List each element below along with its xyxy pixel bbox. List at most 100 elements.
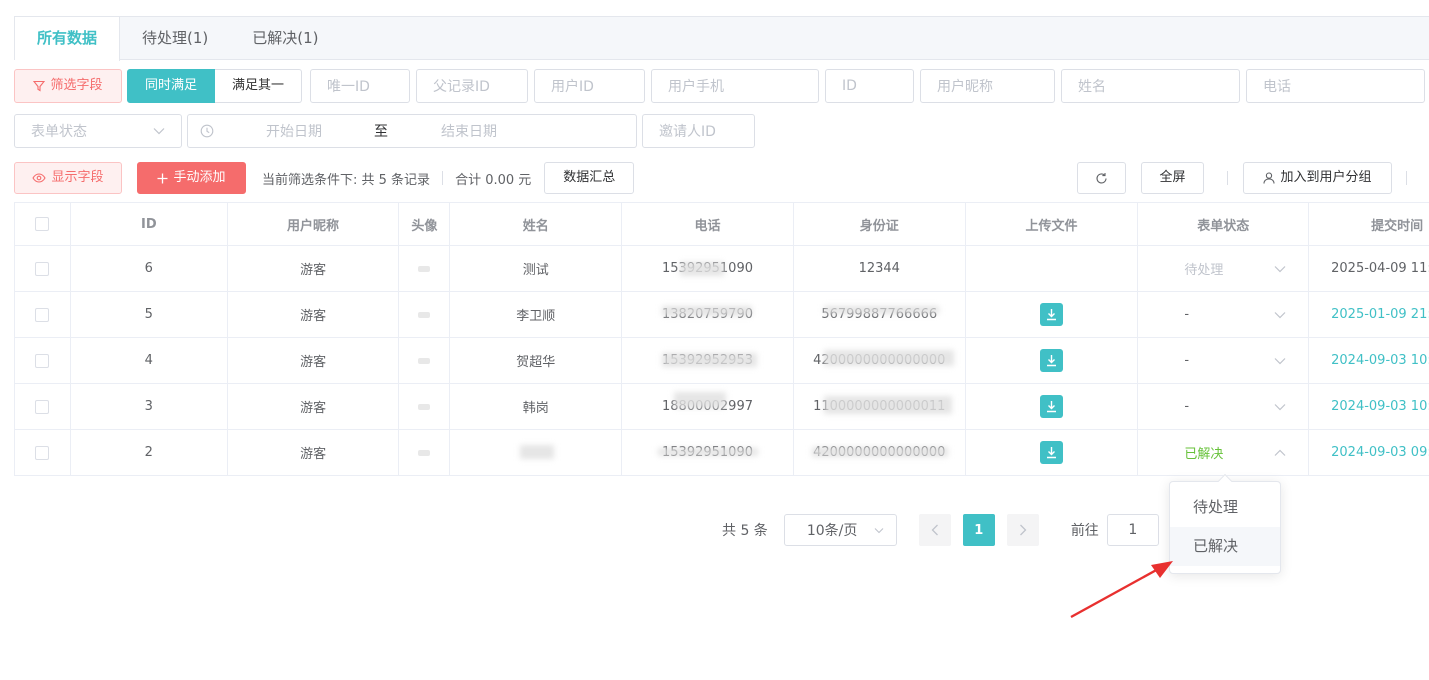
cell-nickname: 游客 <box>228 292 400 337</box>
inviter-id-input[interactable]: 邀请人ID <box>642 114 755 148</box>
status-value: 已解决 <box>1184 447 1224 462</box>
tab-bar: 所有数据 待处理(1) 已解决(1) <box>14 16 1429 61</box>
download-button[interactable] <box>1040 441 1063 464</box>
match-any-option[interactable]: 满足其一 <box>215 69 303 103</box>
eye-icon <box>32 173 47 183</box>
filter-row-1: 筛选字段 同时满足 满足其一 唯一ID 父记录ID 用户ID 用户手机 ID 用… <box>14 69 1426 103</box>
date-range-picker[interactable]: 开始日期 至 结束日期 <box>187 114 637 148</box>
row-checkbox[interactable] <box>35 261 50 276</box>
add-to-user-group-button[interactable]: 加入到用户分组 <box>1243 162 1392 194</box>
cell-form-status[interactable]: 已解决 <box>1138 430 1310 475</box>
header-submit-time[interactable]: 提交时间 <box>1309 203 1429 245</box>
page-size-select[interactable]: 10条/页 <box>783 514 897 546</box>
chevron-down-icon[interactable] <box>1274 403 1286 411</box>
goto-page-input[interactable]: 1 <box>1106 514 1159 546</box>
cell-form-status[interactable]: 待处理 <box>1138 246 1310 291</box>
cell-submit-time[interactable]: 2024-09-03 10:1 <box>1309 338 1429 383</box>
chevron-down-icon[interactable] <box>1274 357 1286 365</box>
cell-submit-time[interactable]: 2024-09-03 09:5 <box>1309 430 1429 475</box>
next-page-button[interactable] <box>1006 514 1039 546</box>
row-checkbox[interactable] <box>35 445 50 460</box>
user-id-input[interactable]: 用户ID <box>534 69 646 103</box>
page-size-value: 10条/页 <box>806 523 858 539</box>
row-checkbox[interactable] <box>35 353 50 368</box>
header-phone[interactable]: 电话 <box>622 203 794 245</box>
chevron-up-icon[interactable] <box>1274 449 1286 457</box>
phone-input[interactable]: 电话 <box>1246 69 1426 103</box>
table-row: 3 游客 韩岗 18800002997 1100000000000011 - 2… <box>15 384 1429 430</box>
dropdown-arrow <box>1217 473 1233 489</box>
chevron-down-icon[interactable] <box>1274 265 1286 273</box>
cell-idcard: 4200000000000000 <box>794 338 966 383</box>
parent-id-input[interactable]: 父记录ID <box>416 69 529 103</box>
match-all-option[interactable]: 同时满足 <box>127 69 216 103</box>
show-fields-button[interactable]: 显示字段 <box>14 162 122 194</box>
cell-nickname: 游客 <box>228 430 400 475</box>
cell-id: 5 <box>71 292 228 337</box>
cell-form-status[interactable]: - <box>1138 338 1310 383</box>
add-to-user-group-label: 加入到用户分组 <box>1280 170 1372 185</box>
header-upload-file[interactable]: 上传文件 <box>966 203 1139 245</box>
download-button[interactable] <box>1040 303 1063 326</box>
refresh-icon <box>1096 172 1107 184</box>
download-button[interactable] <box>1040 349 1063 372</box>
name-input[interactable]: 姓名 <box>1061 69 1241 103</box>
toolbar: 显示字段 手动添加 当前筛选条件下: 共 5 条记录 合计 0.00 元 数据汇… <box>14 161 1429 195</box>
cell-submit-time: 2025-04-09 11:4 <box>1331 261 1429 276</box>
row-checkbox[interactable] <box>35 307 50 322</box>
cell-form-status[interactable]: - <box>1138 384 1310 429</box>
data-summary-button[interactable]: 数据汇总 <box>544 162 635 194</box>
fullscreen-button[interactable]: 全屏 <box>1141 162 1204 194</box>
cell-id: 6 <box>71 246 228 291</box>
row-checkbox[interactable] <box>35 399 50 414</box>
avatar <box>418 449 431 456</box>
annotation-arrow-icon <box>1070 561 1173 619</box>
header-nickname[interactable]: 用户昵称 <box>228 203 400 245</box>
toolbar-divider-3 <box>1406 171 1407 185</box>
cell-name: 李卫顺 <box>450 292 623 337</box>
header-id[interactable]: ID <box>71 203 228 245</box>
page-number[interactable]: 1 <box>962 514 995 546</box>
chevron-down-icon[interactable] <box>1274 311 1286 319</box>
status-option-resolved[interactable]: 已解决 <box>1170 527 1280 566</box>
avatar <box>418 311 431 318</box>
form-status-select[interactable]: 表单状态 <box>14 114 182 148</box>
cell-name <box>450 430 623 475</box>
pagination: 共 5 条 10条/页 1 前往 1 <box>722 514 1159 546</box>
table-row: 5 游客 李卫顺 13820759790 56799887766666 - 20… <box>15 292 1429 338</box>
cell-form-status[interactable]: - <box>1138 292 1310 337</box>
nickname-input[interactable]: 用户昵称 <box>920 69 1056 103</box>
download-button[interactable] <box>1040 395 1063 418</box>
status-value: - <box>1184 353 1190 368</box>
filter-fields-label: 筛选字段 <box>50 78 103 93</box>
refresh-button[interactable] <box>1077 162 1126 194</box>
header-select-all[interactable] <box>15 203 71 245</box>
id-input[interactable]: ID <box>825 69 915 103</box>
unique-id-input[interactable]: 唯一ID <box>310 69 411 103</box>
header-form-status[interactable]: 表单状态 <box>1138 203 1310 245</box>
header-idcard[interactable]: 身份证 <box>794 203 966 245</box>
cell-submit-time[interactable]: 2024-09-03 10:1 <box>1309 384 1429 429</box>
user-icon <box>1263 172 1276 184</box>
header-avatar[interactable]: 头像 <box>399 203 451 245</box>
avatar <box>418 265 431 272</box>
header-name[interactable]: 姓名 <box>450 203 623 245</box>
status-option-pending[interactable]: 待处理 <box>1170 488 1280 527</box>
table-row: 6 游客 测试 15392951090 12344 待处理 2025-04-09… <box>15 246 1429 292</box>
cell-upload-file <box>966 292 1139 337</box>
filter-fields-button[interactable]: 筛选字段 <box>14 69 122 103</box>
cell-id: 3 <box>71 384 228 429</box>
user-phone-input[interactable]: 用户手机 <box>651 69 820 103</box>
cell-id: 4 <box>71 338 228 383</box>
chevron-right-icon <box>1019 524 1027 536</box>
tab-all-data[interactable]: 所有数据 <box>15 17 121 61</box>
manual-add-button[interactable]: 手动添加 <box>137 162 246 194</box>
tab-pending[interactable]: 待处理(1) <box>120 17 230 60</box>
prev-page-button[interactable] <box>918 514 951 546</box>
table-row: 4 游客 贺超华 15392952953 4200000000000000 - … <box>15 338 1429 384</box>
chevron-down-icon <box>153 128 165 135</box>
select-all-checkbox[interactable] <box>35 217 50 231</box>
cell-nickname: 游客 <box>228 246 400 291</box>
cell-submit-time[interactable]: 2025-01-09 21:4 <box>1309 292 1429 337</box>
tab-resolved[interactable]: 已解决(1) <box>230 17 340 60</box>
